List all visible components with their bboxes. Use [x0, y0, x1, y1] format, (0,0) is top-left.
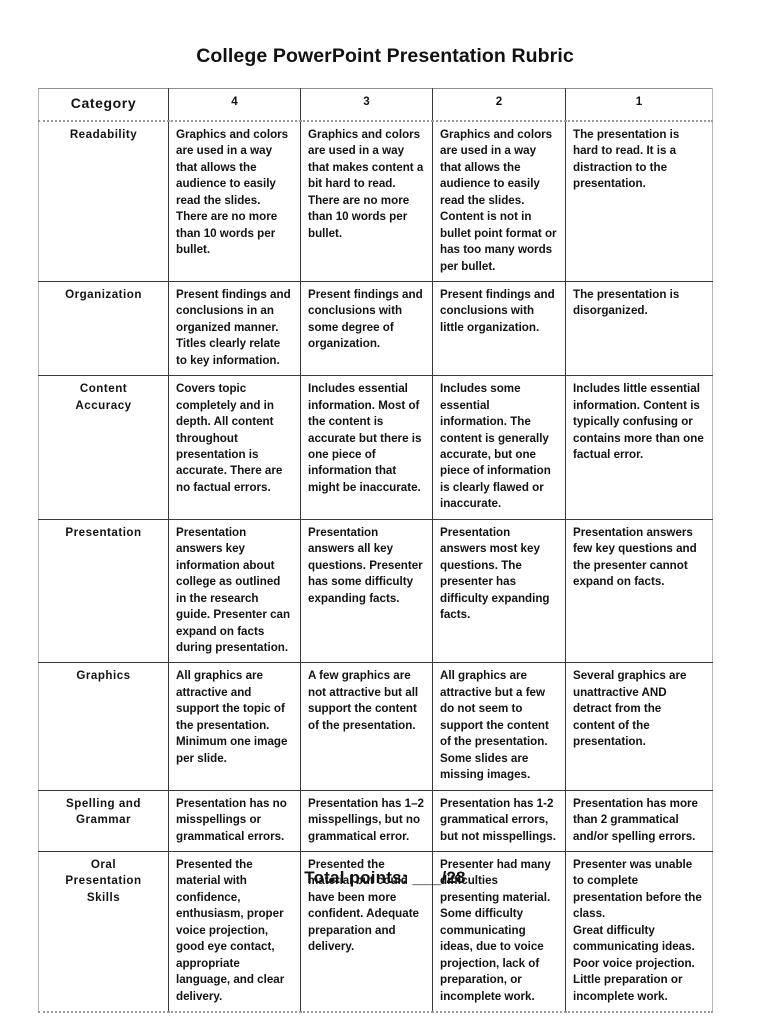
- criterion-cell-3: Includes essential information. Most of …: [300, 375, 433, 520]
- criterion-cell-4: Graphics and colors are used in a way th…: [168, 120, 301, 282]
- column-header-1: 1: [565, 88, 713, 121]
- criterion-cell-1: The presentation is disorganized.: [565, 281, 713, 376]
- criterion-cell-2: Present findings and conclusions with li…: [432, 281, 566, 376]
- table-header-row: Category 4 3 2 1: [38, 88, 713, 121]
- column-header-2: 2: [432, 88, 566, 121]
- criterion-cell-3: A few graphics are not attractive but al…: [300, 662, 433, 791]
- total-points-line: Total points: ___/28: [304, 868, 466, 887]
- table-header: Category 4 3 2 1: [38, 88, 713, 121]
- criterion-cell-4: Presentation has no misspellings or gram…: [168, 790, 301, 852]
- criterion-cell-1: The presentation is hard to read. It is …: [565, 120, 713, 282]
- criterion-cell-1: Includes little essential information. C…: [565, 375, 713, 520]
- row-category-label: Readability: [38, 120, 169, 282]
- row-category-label: Content Accuracy: [38, 375, 169, 520]
- criterion-cell-3: Presentation has 1–2 misspellings, but n…: [300, 790, 433, 852]
- criterion-cell-2: All graphics are attractive but a few do…: [432, 662, 566, 791]
- column-header-3: 3: [300, 88, 433, 121]
- table-row: Organization Present findings and conclu…: [38, 281, 713, 376]
- table-row: Spelling and Grammar Presentation has no…: [38, 790, 713, 852]
- criterion-cell-3: Presentation answers all key questions. …: [300, 519, 433, 663]
- table-row: Presentation Presentation answers key in…: [38, 519, 713, 663]
- row-category-label: Organization: [38, 281, 169, 376]
- page-title: College PowerPoint Presentation Rubric: [196, 45, 574, 67]
- row-category-label: Spelling and Grammar: [38, 790, 169, 852]
- criterion-cell-1: Presentation has more than 2 grammatical…: [565, 790, 713, 852]
- row-category-label: Presentation: [38, 519, 169, 663]
- criterion-cell-2: Presentation answers most key questions.…: [432, 519, 566, 663]
- table-row: Readability Graphics and colors are used…: [38, 120, 713, 282]
- criterion-cell-1: Several graphics are unattractive AND de…: [565, 662, 713, 791]
- row-category-label: Graphics: [38, 662, 169, 791]
- table-row: Graphics All graphics are attractive and…: [38, 662, 713, 791]
- rubric-page: College PowerPoint Presentation Rubric C…: [0, 0, 770, 1024]
- column-header-category: Category: [38, 88, 169, 121]
- criterion-cell-2: Includes some essential information. The…: [432, 375, 566, 520]
- criterion-cell-3: Graphics and colors are used in a way th…: [300, 120, 433, 282]
- table-row: Content Accuracy Covers topic completely…: [38, 375, 713, 520]
- column-header-4: 4: [168, 88, 301, 121]
- criterion-cell-4: Present findings and conclusions in an o…: [168, 281, 301, 376]
- criterion-cell-2: Presentation has 1-2 grammatical errors,…: [432, 790, 566, 852]
- criterion-cell-4: Presentation answers key information abo…: [168, 519, 301, 663]
- criterion-cell-2: Graphics and colors are used in a way th…: [432, 120, 566, 282]
- criterion-cell-4: All graphics are attractive and support …: [168, 662, 301, 791]
- criterion-cell-3: Present findings and conclusions with so…: [300, 281, 433, 376]
- criterion-cell-4: Covers topic completely and in depth. Al…: [168, 375, 301, 520]
- criterion-cell-1: Presentation answers few key questions a…: [565, 519, 713, 663]
